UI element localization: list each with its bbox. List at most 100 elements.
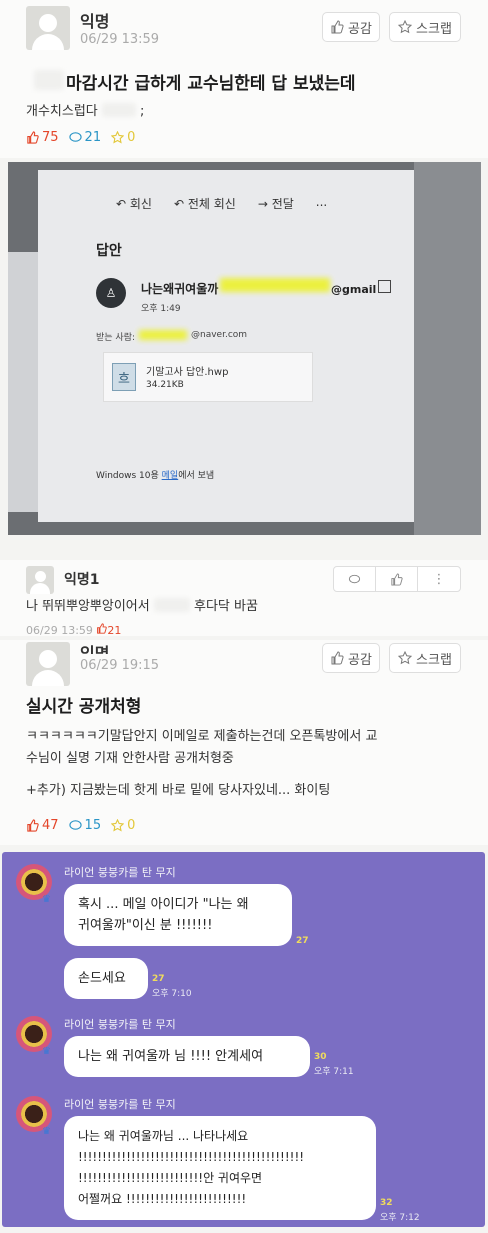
chat-message: 손드세요 xyxy=(64,958,148,999)
scrap-count: 0 xyxy=(111,818,135,833)
chat-message-line: 혹시 ... 메일 아이디가 "나는 왜 xyxy=(78,897,249,912)
more-options-button[interactable]: ⋮ xyxy=(418,567,460,591)
comment-like-count: 21 xyxy=(96,623,122,636)
like-count-value: 75 xyxy=(42,130,59,145)
like-count: 47 xyxy=(26,818,59,833)
more-button[interactable]: ... xyxy=(316,195,327,212)
sent-via-prefix: Windows 10용 xyxy=(96,471,162,481)
comment-count: 21 xyxy=(68,130,101,145)
attachment-name: 기말고사 답안.hwp xyxy=(146,367,229,378)
thumbs-up-icon xyxy=(331,20,344,34)
comment-meta: 06/29 13:59 21 xyxy=(26,623,121,636)
comment-text-a: 나 뛰뛰뿌앙뿌앙이어서 xyxy=(26,599,150,614)
comment-text-b: 후다닥 바꿈 xyxy=(194,599,258,614)
post-1: 익명 06/29 13:59 공감 스크랩 마감시간 급하게 교수님한테 답 보… xyxy=(0,0,488,158)
post-body-line: ㅋㅋㅋㅋㅋㅋ기말답안지 이메일로 제출하는건데 오픈톡방에서 교 xyxy=(26,729,378,744)
reply-all-label: 전체 회신 xyxy=(187,197,236,211)
post-stats: 47 15 0 xyxy=(26,818,135,833)
chat-message-line: 어쩔꺼요 !!!!!!!!!!!!!!!!!!!!!!!!! xyxy=(78,1192,247,1206)
chat-sender-name: 라이언 붕붕카를 탄 무지 xyxy=(64,1098,176,1111)
reply-all-button[interactable]: ↶ 전체 회신 xyxy=(174,195,236,212)
post-2: 익명 06/29 19:15 공감 스크랩 실시간 공개처형 ㅋㅋㅋㅋㅋㅋ기말답… xyxy=(0,640,488,845)
blurred-region xyxy=(153,598,190,612)
star-icon xyxy=(111,819,125,832)
comment-date: 06/29 13:59 xyxy=(26,624,93,636)
chat-message-line: 나는 왜 귀여울까 님 !!!! 안계세여 xyxy=(78,1049,264,1064)
email-photo: ↶ 회신 ↶ 전체 회신 → 전달 ... 답안 ♙ 나는왜귀여울까 @gmai… xyxy=(8,162,481,535)
crown-icon: ♛ xyxy=(42,894,51,905)
reply-button[interactable]: ↶ 회신 xyxy=(116,195,152,212)
post-body-line: 수님이 실명 기재 안한사람 공개처형중 xyxy=(26,751,234,766)
message-time: 오후 7:10 xyxy=(152,989,192,999)
hwp-file-icon: 흐 xyxy=(112,363,136,391)
chat-message-line: 나는 왜 귀여울까님 ... 나타나세요 xyxy=(78,1129,249,1143)
post-author: 익명 xyxy=(80,12,110,31)
post-body: 개수치스럽다 ; xyxy=(26,101,144,123)
post-body-line xyxy=(26,770,377,780)
thumbs-up-icon xyxy=(391,572,403,586)
sender-domain: @gmail xyxy=(331,283,377,296)
chat-message-line: 손드세요 xyxy=(78,971,126,986)
speech-bubble-icon xyxy=(348,574,361,583)
crown-icon: ♛ xyxy=(42,1046,51,1057)
thumbs-up-icon xyxy=(27,819,39,832)
unread-count: 27 xyxy=(296,936,309,946)
post-date: 06/29 19:15 xyxy=(80,658,160,673)
comment-author: 익명1 xyxy=(64,572,100,588)
comment-actions: ⋮ xyxy=(333,566,461,592)
chat-sender-name: 라이언 붕붕카를 탄 무지 xyxy=(64,1018,176,1031)
comment-avatar xyxy=(26,566,54,594)
author-avatar xyxy=(26,642,70,686)
scrap-button[interactable]: 스크랩 xyxy=(389,12,461,42)
recipients-row: 받는 사람: @naver.com xyxy=(96,330,247,343)
sent-via-suffix: 에서 보냄 xyxy=(178,471,215,481)
comment-like-count-value: 21 xyxy=(107,624,122,636)
speech-bubble-icon xyxy=(68,132,82,142)
chat-message: 나는 왜 귀여울까 님 !!!! 안계세여 xyxy=(64,1036,310,1077)
unread-count: 30 xyxy=(314,1052,327,1062)
chat-message: 혹시 ... 메일 아이디가 "나는 왜 귀여울까"이신 분 !!!!!!! xyxy=(64,884,292,946)
star-icon xyxy=(398,651,413,665)
scrap-count-value: 0 xyxy=(127,818,136,833)
like-count: 75 xyxy=(26,130,59,145)
unread-count: 27 xyxy=(152,974,165,984)
sent-via: Windows 10용 메일에서 보냄 xyxy=(96,468,214,481)
comment: 익명1 ⋮ 나 뛰뛰뿌앙뿌앙이어서 후다닥 바꿈 06/29 13:59 21 xyxy=(0,560,488,636)
censor-highlight xyxy=(139,330,188,340)
post-title: 마감시간 급하게 교수님한테 답 보냈는데 xyxy=(66,74,356,94)
like-button[interactable]: 공감 xyxy=(322,643,380,673)
reply-comment-button[interactable] xyxy=(334,567,376,591)
scrap-button[interactable]: 스크랩 xyxy=(389,643,461,673)
like-comment-button[interactable] xyxy=(376,567,418,591)
chat-sender-name: 라이언 붕붕카를 탄 무지 xyxy=(64,866,176,879)
post-body-suffix: ; xyxy=(140,104,145,119)
post-stats: 75 21 0 xyxy=(26,130,135,145)
post-body-line: +추가) 지금봤는데 핫게 바로 밑에 당사자있네... 화이팅 xyxy=(26,783,331,798)
forward-button[interactable]: → 전달 xyxy=(258,195,294,212)
chat-message-line: !!!!!!!!!!!!!!!!!!!!!!!!!!!!!!!!!!!!!!!!… xyxy=(78,1150,305,1164)
mail-toolbar: ↶ 회신 ↶ 전체 회신 → 전달 ... xyxy=(116,195,327,212)
mail-link[interactable]: 메일 xyxy=(162,471,179,481)
scrap-label: 스크랩 xyxy=(416,652,452,668)
like-button[interactable]: 공감 xyxy=(322,12,380,42)
blurred-region xyxy=(34,70,64,90)
screen-right-edge xyxy=(414,162,481,535)
thumbs-up-icon xyxy=(331,651,344,665)
post-author: 익명 xyxy=(80,644,110,654)
open-external-icon xyxy=(378,280,391,293)
thumbs-up-icon xyxy=(97,623,108,634)
crown-icon: ♛ xyxy=(42,1126,51,1137)
attachment-card[interactable]: 흐 기말고사 답안.hwp 34.21KB xyxy=(103,352,313,402)
thumbs-up-icon xyxy=(27,131,39,144)
forward-label: 전달 xyxy=(271,197,294,211)
like-label: 공감 xyxy=(348,652,372,668)
speech-bubble-icon xyxy=(68,820,82,830)
like-count-value: 47 xyxy=(42,818,59,833)
post-body: ㅋㅋㅋㅋㅋㅋ기말답안지 이메일로 제출하는건데 오픈톡방에서 교 수님이 실명 … xyxy=(26,726,377,802)
attachment-size: 34.21KB xyxy=(146,380,184,390)
recipient-domain: @naver.com xyxy=(191,330,248,340)
chat-screenshot: ♛ 라이언 붕붕카를 탄 무지 혹시 ... 메일 아이디가 "나는 왜 귀여울… xyxy=(2,852,485,1227)
comment-text: 나 뛰뛰뿌앙뿌앙이어서 후다닥 바꿈 xyxy=(26,596,258,618)
scrap-count: 0 xyxy=(111,130,135,145)
recipients-label: 받는 사람: xyxy=(96,333,136,343)
